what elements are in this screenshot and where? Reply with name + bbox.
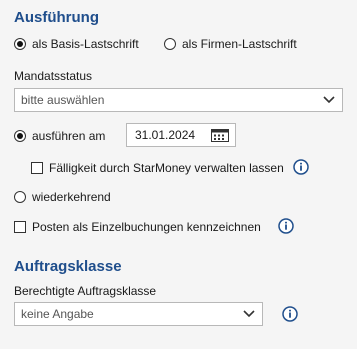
info-icon[interactable] (282, 306, 298, 322)
order-class-label: Berechtigte Auftragsklasse (14, 284, 157, 298)
mandate-status-value: bitte auswählen (21, 93, 105, 107)
radio-firmen-lastschrift-label: als Firmen-Lastschrift (182, 37, 297, 51)
execute-date-value: 31.01.2024 (135, 128, 196, 142)
order-class-select[interactable]: keine Angabe (14, 302, 263, 326)
calendar-icon[interactable] (211, 129, 229, 142)
order-class-value: keine Angabe (21, 307, 94, 321)
radio-indicator[interactable] (14, 38, 26, 50)
single-bookings-checkbox-row[interactable]: Posten als Einzelbuchungen kennzeichnen (14, 220, 261, 234)
info-icon[interactable] (293, 159, 309, 175)
mandate-status-label: Mandatsstatus (14, 69, 93, 83)
order-class-section-title: Auftragsklasse (14, 258, 122, 275)
due-date-checkbox[interactable] (31, 162, 43, 174)
radio-recurring[interactable]: wiederkehrend (14, 190, 111, 204)
due-date-checkbox-row[interactable]: Fälligkeit durch StarMoney verwalten las… (31, 161, 284, 175)
radio-indicator[interactable] (14, 130, 26, 142)
execution-section-title: Ausführung (14, 9, 99, 26)
due-date-checkbox-label: Fälligkeit durch StarMoney verwalten las… (49, 161, 284, 175)
single-bookings-checkbox-label: Posten als Einzelbuchungen kennzeichnen (32, 220, 261, 234)
mandate-status-select[interactable]: bitte auswählen (14, 88, 343, 112)
radio-basis-lastschrift[interactable]: als Basis-Lastschrift (14, 37, 139, 51)
radio-firmen-lastschrift[interactable]: als Firmen-Lastschrift (164, 37, 297, 51)
info-icon[interactable] (278, 218, 294, 234)
radio-execute-on[interactable]: ausführen am (14, 129, 105, 143)
radio-indicator[interactable] (14, 191, 26, 203)
single-bookings-checkbox[interactable] (14, 221, 26, 233)
radio-indicator[interactable] (164, 38, 176, 50)
execute-date-input[interactable]: 31.01.2024 (126, 123, 236, 147)
radio-execute-on-label: ausführen am (32, 129, 106, 143)
chevron-down-icon (243, 310, 255, 318)
chevron-down-icon (323, 96, 335, 104)
radio-basis-lastschrift-label: als Basis-Lastschrift (32, 37, 139, 51)
radio-recurring-label: wiederkehrend (32, 190, 111, 204)
